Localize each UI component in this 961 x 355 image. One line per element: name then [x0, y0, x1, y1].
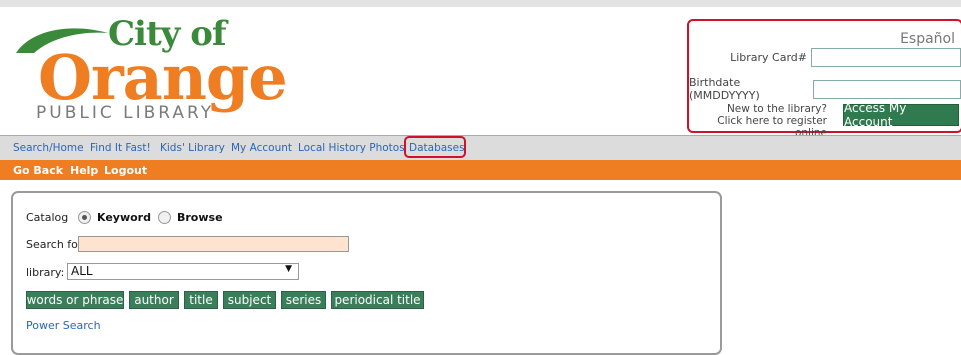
top-strip — [0, 0, 961, 7]
nav-my-account[interactable]: My Account — [231, 142, 292, 154]
search-for-label: Search for — [26, 238, 83, 251]
help-link[interactable]: Help — [70, 164, 98, 177]
birthdate-row: Birthdate (MMDDYYYY) — [689, 76, 961, 102]
logo-orange-text: Orange — [38, 41, 288, 114]
library-logo[interactable]: City of Orange PUBLIC LIBRARY — [8, 13, 308, 131]
nav-local-history-photos[interactable]: Local History Photos — [298, 142, 405, 154]
keyword-radio[interactable] — [78, 211, 91, 224]
sub-nav: Go Back Help Logout — [0, 160, 961, 180]
site-header: City of Orange PUBLIC LIBRARY Español Li… — [0, 7, 961, 139]
title-button[interactable]: title — [184, 291, 218, 309]
library-card-input[interactable] — [811, 48, 961, 67]
browse-radio[interactable] — [158, 211, 171, 224]
browse-label[interactable]: Browse — [177, 211, 223, 224]
library-select[interactable]: ALL ▼ — [67, 263, 299, 280]
logout-link[interactable]: Logout — [104, 164, 147, 177]
library-label: library: — [26, 266, 65, 279]
birthdate-label: Birthdate (MMDDYYYY) — [689, 76, 760, 102]
nav-search-home[interactable]: Search/Home — [13, 142, 84, 154]
access-my-account-button[interactable]: Access My Account — [843, 101, 959, 129]
language-link[interactable]: Español — [900, 31, 955, 47]
power-search-link[interactable]: Power Search — [26, 319, 101, 332]
logo-public-library-text: PUBLIC LIBRARY — [36, 103, 215, 123]
periodical-title-button[interactable]: periodical title — [331, 291, 424, 309]
main-nav: Search/Home Find It Fast! Kids' Library … — [0, 135, 961, 160]
catalog-search-panel: Catalog Keyword Browse Search for librar… — [11, 191, 722, 355]
words-or-phrase-button[interactable]: words or phrase — [26, 291, 124, 309]
author-button[interactable]: author — [129, 291, 179, 309]
nav-kids-library[interactable]: Kids' Library — [160, 142, 225, 154]
library-card-label: Library Card# — [730, 51, 807, 64]
databases-highlight — [404, 136, 466, 158]
search-input[interactable] — [78, 236, 349, 252]
register-link[interactable]: New to the library? Click here to regist… — [697, 103, 827, 139]
nav-find-it-fast[interactable]: Find It Fast! — [90, 142, 151, 154]
series-button[interactable]: series — [281, 291, 326, 309]
keyword-label[interactable]: Keyword — [97, 211, 151, 224]
birthdate-input[interactable] — [813, 79, 961, 99]
library-card-row: Library Card# — [730, 48, 961, 67]
catalog-label: Catalog — [26, 211, 69, 224]
library-select-value: ALL — [71, 264, 93, 278]
subject-button[interactable]: subject — [223, 291, 276, 309]
register-line-1: New to the library? — [726, 103, 827, 115]
go-back-link[interactable]: Go Back — [13, 164, 63, 177]
login-box: Español Library Card# Birthdate (MMDDYYY… — [687, 19, 961, 139]
chevron-down-icon: ▼ — [285, 264, 292, 274]
